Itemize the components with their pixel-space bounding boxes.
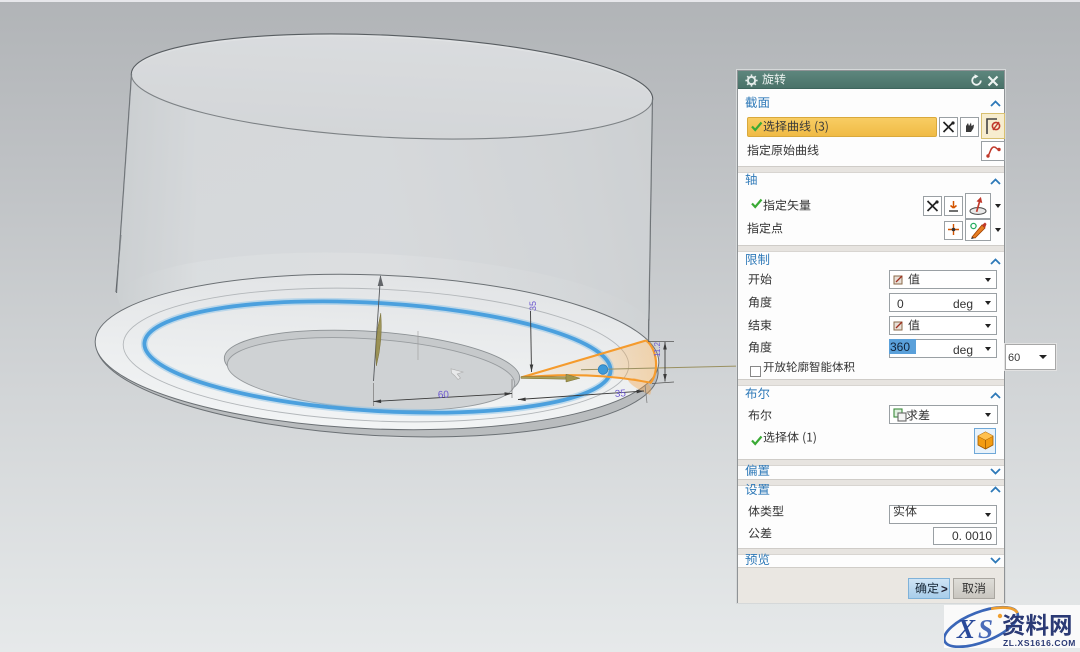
svg-text:35: 35 [614,388,626,400]
svg-text:11.2: 11.2 [653,341,662,357]
svg-text:S: S [978,614,993,644]
svg-text:X: X [956,614,976,644]
svg-text:35: 35 [528,301,538,311]
svg-text:60: 60 [438,389,450,401]
